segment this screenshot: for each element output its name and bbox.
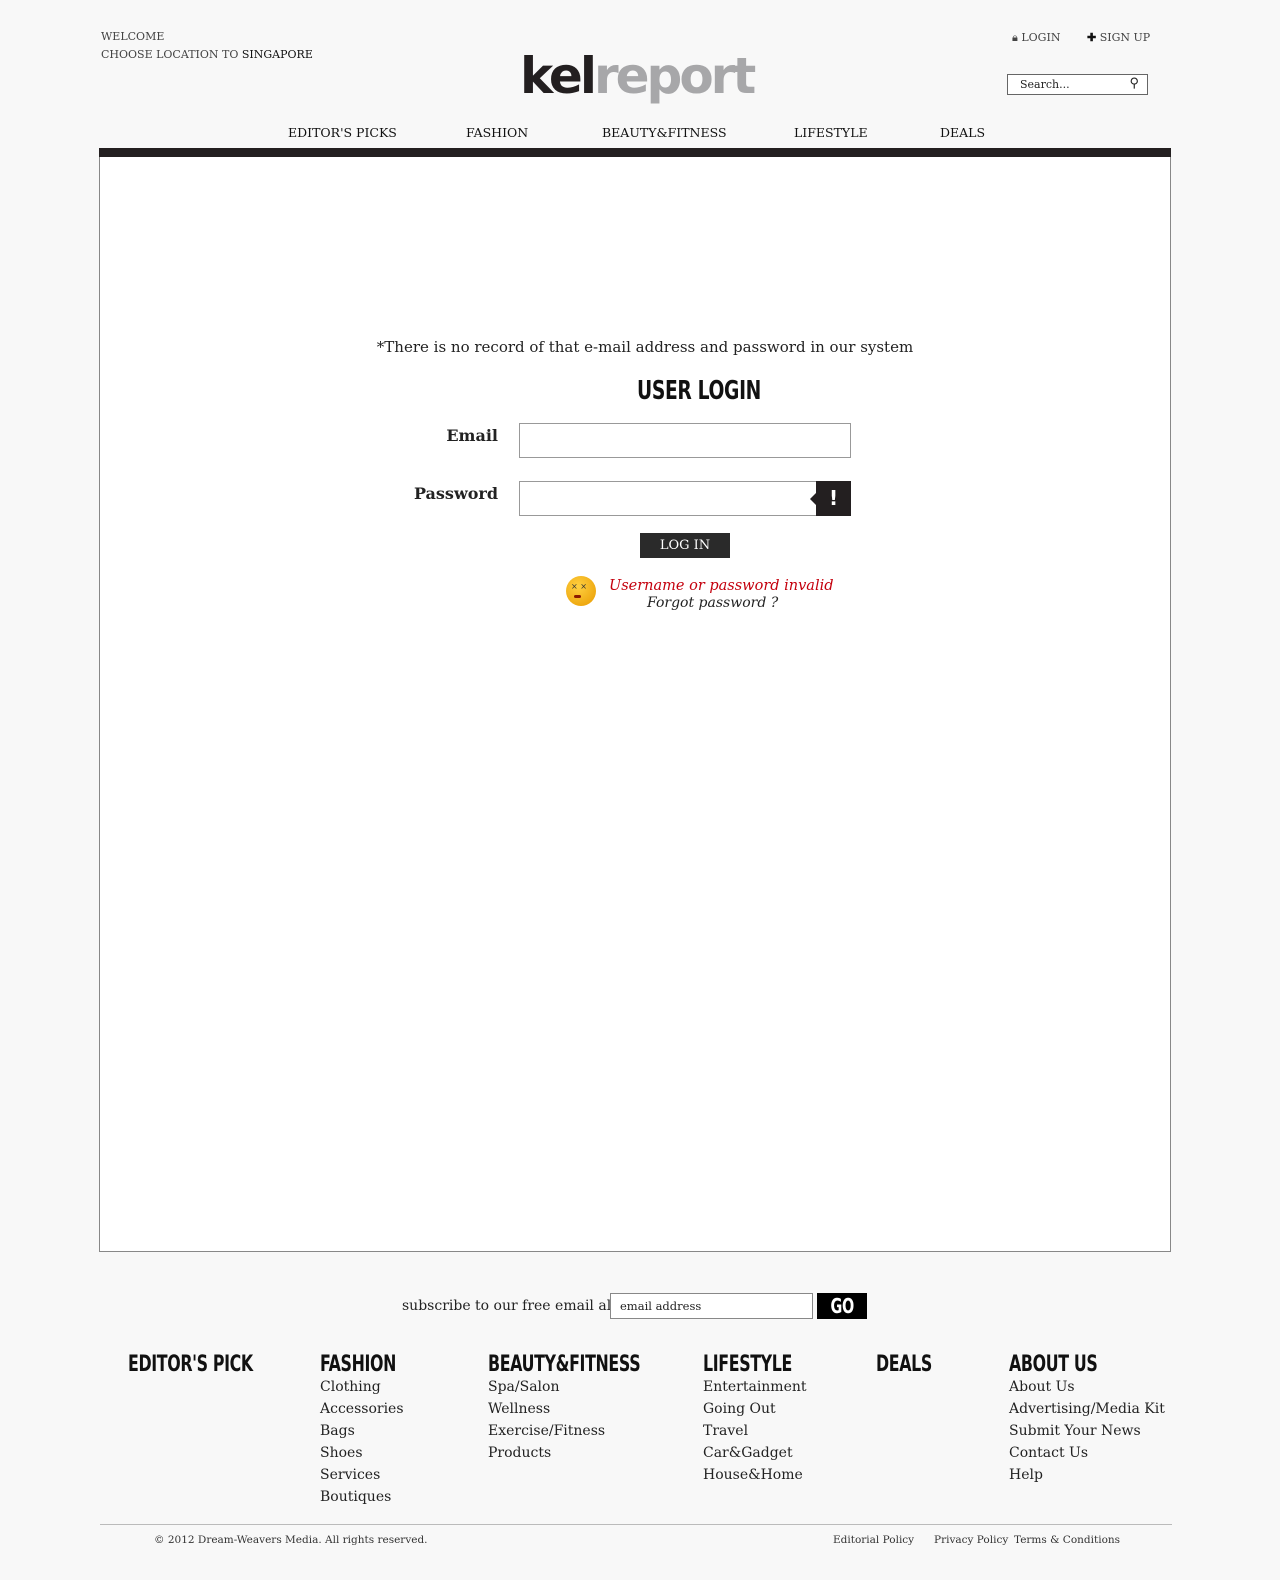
footer-link[interactable]: About Us <box>1009 1376 1165 1398</box>
footer-column-title-text: LIFESTYLE <box>703 1352 792 1377</box>
footer-column: BEAUTY&FITNESS Spa/Salon Wellness Exercise/… <box>488 1352 700 1464</box>
lock-icon: 🔒︎ <box>1012 31 1018 44</box>
footer-column-title-text: ABOUT US <box>1009 1352 1098 1377</box>
footer-column-title[interactable]: FASHION <box>320 1352 426 1377</box>
nav-editors-picks[interactable]: EDITOR'S PICKS <box>288 125 397 140</box>
forgot-password-link[interactable]: Forgot password ? <box>647 595 778 611</box>
footer-link[interactable]: Going Out <box>703 1398 827 1420</box>
footer-link[interactable]: Exercise/Fitness <box>488 1420 700 1442</box>
footer-link[interactable]: Services <box>320 1464 426 1486</box>
footer-link[interactable]: Contact Us <box>1009 1442 1165 1464</box>
footer-divider <box>100 1524 1172 1525</box>
login-label: LOGIN <box>1021 31 1061 44</box>
footer-column-title[interactable]: ABOUT US <box>1009 1352 1165 1377</box>
footer-link[interactable]: Products <box>488 1442 700 1464</box>
badge-pointer <box>810 493 816 505</box>
footer-link[interactable]: Wellness <box>488 1398 700 1420</box>
footer-column-title-text: DEALS <box>876 1352 932 1377</box>
footer-column: ABOUT US About Us Advertising/Media Kit Sub… <box>1009 1352 1165 1486</box>
signup-label: SIGN UP <box>1099 31 1151 44</box>
subscribe-label: subscribe to our free email alerts <box>402 1298 639 1314</box>
password-label: Password <box>413 484 498 503</box>
footer-column: DEALS <box>876 1352 954 1377</box>
footer-column: FASHION Clothing Accessories Bags Shoes Servi… <box>320 1352 426 1508</box>
search-placeholder: Search... <box>1020 78 1070 91</box>
footer-link-terms[interactable]: Terms & Conditions <box>1014 1534 1120 1546</box>
welcome-text: WELCOME <box>101 30 165 43</box>
footer-link[interactable]: Bags <box>320 1420 426 1442</box>
footer-column-title[interactable]: DEALS <box>876 1352 954 1377</box>
login-notice: *There is no record of that e-mail addre… <box>376 338 914 356</box>
footer-link[interactable]: Boutiques <box>320 1486 426 1508</box>
go-label: GO <box>830 1294 854 1318</box>
copyright: © 2012 Dream-Weavers Media. All rights r… <box>154 1534 428 1546</box>
footer-link[interactable]: Accessories <box>320 1398 426 1420</box>
email-label: Email <box>446 426 498 445</box>
footer-link[interactable]: Help <box>1009 1464 1165 1486</box>
footer-link[interactable]: House&Home <box>703 1464 827 1486</box>
nav-divider <box>99 148 1171 157</box>
nav-fashion[interactable]: FASHION <box>466 125 528 140</box>
footer-column-title[interactable]: BEAUTY&FITNESS <box>488 1352 700 1377</box>
footer-link[interactable]: Shoes <box>320 1442 426 1464</box>
location-link[interactable]: SINGAPORE <box>242 48 313 61</box>
logo-part-2: report <box>593 47 756 105</box>
footer-column-title-text: EDITOR'S PICK <box>128 1352 253 1377</box>
logo-part-1: kel <box>520 47 597 105</box>
subscribe-go-button[interactable]: GO <box>817 1293 867 1319</box>
login-title-text: USER LOGIN <box>637 376 761 406</box>
footer-link[interactable]: Clothing <box>320 1376 426 1398</box>
content-panel <box>99 157 1171 1252</box>
footer-column-title-text: BEAUTY&FITNESS <box>488 1352 641 1377</box>
login-error: Username or password invalid <box>609 578 834 594</box>
footer-link[interactable]: Submit Your News <box>1009 1420 1165 1442</box>
password-field[interactable] <box>519 481 851 516</box>
nav-deals[interactable]: DEALS <box>940 125 985 140</box>
footer-link[interactable]: Entertainment <box>703 1376 827 1398</box>
login-button[interactable]: LOG IN <box>640 533 730 558</box>
subscribe-placeholder: email address <box>620 1299 702 1313</box>
signup-link[interactable]: ✚ SIGN UP <box>1087 31 1150 44</box>
exclamation-icon: ! <box>828 486 839 510</box>
footer-link[interactable]: Travel <box>703 1420 827 1442</box>
search-input[interactable]: Search... ⚲ <box>1007 74 1148 95</box>
login-link[interactable]: 🔒︎ LOGIN <box>1012 31 1060 45</box>
footer-link-privacy-policy[interactable]: Privacy Policy <box>934 1534 1008 1546</box>
sad-face-icon: × × <box>566 576 596 606</box>
error-badge: ! <box>810 481 851 516</box>
footer-link[interactable]: Spa/Salon <box>488 1376 700 1398</box>
location-chooser: CHOOSE LOCATION TO SINGAPORE <box>101 48 313 61</box>
logo[interactable]: kelreport <box>520 46 756 106</box>
plus-icon: ✚ <box>1087 31 1097 44</box>
footer-column-title[interactable]: LIFESTYLE <box>703 1352 827 1377</box>
subscribe-email-input[interactable]: email address <box>610 1293 813 1319</box>
footer-column: LIFESTYLE Entertainment Going Out Travel Car… <box>703 1352 827 1486</box>
footer-link[interactable]: Car&Gadget <box>703 1442 827 1464</box>
footer-column-title[interactable]: EDITOR'S PICK <box>128 1352 301 1377</box>
login-title: USER LOGIN <box>637 376 809 406</box>
footer-column-title-text: FASHION <box>320 1352 397 1377</box>
nav-lifestyle[interactable]: LIFESTYLE <box>794 125 868 140</box>
footer-link[interactable]: Advertising/Media Kit <box>1009 1398 1165 1420</box>
choose-location-label: CHOOSE LOCATION TO <box>101 48 239 61</box>
footer-link-editorial-policy[interactable]: Editorial Policy <box>833 1534 914 1546</box>
email-field[interactable] <box>519 423 851 458</box>
footer-column: EDITOR'S PICK <box>128 1352 301 1377</box>
search-icon[interactable]: ⚲ <box>1129 76 1139 91</box>
nav-beauty-fitness[interactable]: BEAUTY&FITNESS <box>602 125 727 140</box>
